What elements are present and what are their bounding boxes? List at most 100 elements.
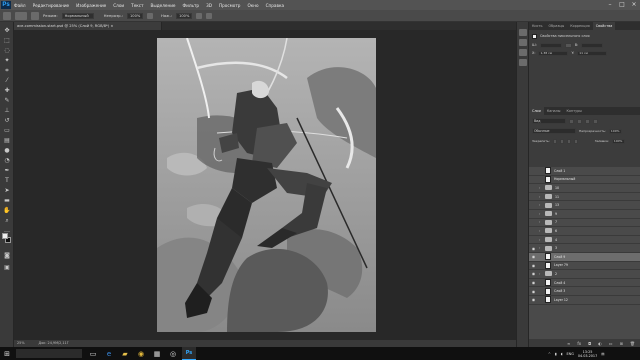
lock-transparency-icon[interactable] bbox=[552, 138, 557, 144]
zoom-tool-icon[interactable]: ⌕ bbox=[2, 216, 12, 225]
language-indicator[interactable]: ENG bbox=[567, 352, 574, 356]
lock-all-icon[interactable] bbox=[573, 138, 578, 144]
menu-3d[interactable]: 3D bbox=[206, 3, 212, 8]
visibility-eye-icon[interactable] bbox=[531, 194, 536, 199]
menu-view[interactable]: Просмотр bbox=[219, 3, 241, 8]
info-panel-icon[interactable] bbox=[519, 39, 527, 46]
layer-row[interactable]: › 9 bbox=[529, 210, 640, 219]
visibility-eye-icon[interactable] bbox=[531, 185, 536, 190]
link-icon[interactable] bbox=[564, 42, 572, 48]
move-tool-icon[interactable]: ✥ bbox=[2, 26, 12, 35]
layer-mask-icon[interactable]: ◘ bbox=[588, 341, 591, 346]
lock-pixels-icon[interactable] bbox=[559, 138, 564, 144]
brush-preset-icon[interactable] bbox=[15, 11, 27, 20]
hand-tool-icon[interactable]: ✋ bbox=[2, 206, 12, 215]
new-layer-icon[interactable]: ⊞ bbox=[620, 341, 623, 346]
expand-chevron-icon[interactable]: › bbox=[539, 220, 542, 224]
path-selection-tool-icon[interactable]: ➤ bbox=[2, 186, 12, 195]
document-tab[interactable]: ace-commission-start.psd @ 25% (Слой 9, … bbox=[14, 22, 162, 30]
photoshop-taskbar-icon[interactable]: Ps bbox=[182, 347, 196, 360]
eyedropper-tool-icon[interactable]: ⁄ bbox=[2, 76, 12, 85]
fill-field[interactable]: 100% bbox=[611, 138, 625, 144]
quick-mask-icon[interactable]: ◙ bbox=[2, 251, 12, 260]
brush-panel-icon[interactable] bbox=[31, 11, 39, 20]
filter-pixel-icon[interactable] bbox=[569, 118, 574, 124]
airbrush-icon[interactable] bbox=[196, 12, 203, 19]
visibility-eye-icon[interactable]: ◉ bbox=[531, 246, 536, 251]
menu-text[interactable]: Текст bbox=[131, 3, 143, 8]
expand-chevron-icon[interactable]: › bbox=[539, 186, 542, 190]
expand-chevron-icon[interactable]: › bbox=[539, 203, 542, 207]
tab-channels[interactable]: Каналы bbox=[544, 107, 564, 115]
visibility-eye-icon[interactable]: ◉ bbox=[531, 254, 536, 259]
opacity-field[interactable]: 100% bbox=[127, 12, 143, 19]
flow-field[interactable]: 100% bbox=[176, 12, 193, 19]
taskbar-search[interactable] bbox=[16, 349, 82, 358]
filter-adjust-icon[interactable] bbox=[577, 118, 582, 124]
lasso-tool-icon[interactable]: ◌ bbox=[2, 46, 12, 55]
visibility-eye-icon[interactable]: ◉ bbox=[531, 263, 536, 268]
layer-row[interactable]: › 10 bbox=[529, 184, 640, 193]
menu-filter[interactable]: Фильтр bbox=[183, 3, 200, 8]
menu-image[interactable]: Изображение bbox=[76, 3, 106, 8]
visibility-eye-icon[interactable] bbox=[531, 168, 536, 173]
steam-icon[interactable]: ◎ bbox=[166, 347, 180, 360]
menu-file[interactable]: Файл bbox=[14, 3, 26, 8]
layer-row[interactable]: Нормальный bbox=[529, 175, 640, 185]
filter-shape-icon[interactable] bbox=[593, 118, 598, 124]
minimize-icon[interactable]: – bbox=[604, 0, 616, 10]
layer-style-icon[interactable]: fx bbox=[577, 341, 581, 346]
y-field[interactable]: 11 см bbox=[577, 50, 608, 56]
layer-row[interactable]: › 7 bbox=[529, 219, 640, 228]
layer-opacity-field[interactable]: 100% bbox=[608, 128, 622, 134]
visibility-eye-icon[interactable] bbox=[531, 211, 536, 216]
layer-row[interactable]: ◉ Слой 3 bbox=[529, 287, 640, 296]
x-field[interactable]: 1,38 см bbox=[538, 50, 569, 56]
visibility-eye-icon[interactable] bbox=[531, 203, 536, 208]
layer-row[interactable]: ◉ Слой 4 bbox=[529, 279, 640, 288]
file-explorer-icon[interactable]: ▰ bbox=[118, 347, 132, 360]
shape-tool-icon[interactable]: ▬ bbox=[2, 196, 12, 205]
width-field[interactable] bbox=[539, 42, 562, 48]
adjustment-layer-icon[interactable]: ◐ bbox=[598, 341, 602, 346]
lock-position-icon[interactable] bbox=[566, 138, 571, 144]
foreground-color-swatch[interactable] bbox=[2, 233, 8, 239]
expand-chevron-icon[interactable]: › bbox=[539, 272, 542, 276]
visibility-eye-icon[interactable]: ◉ bbox=[531, 289, 536, 294]
layer-row[interactable]: ◉ Слой 9 bbox=[529, 252, 640, 262]
blur-tool-icon[interactable]: ● bbox=[2, 146, 12, 155]
menu-help[interactable]: Справка bbox=[266, 3, 284, 8]
maximize-icon[interactable]: □ bbox=[616, 0, 628, 10]
expand-chevron-icon[interactable]: › bbox=[539, 246, 542, 250]
store-icon[interactable]: ▦ bbox=[150, 347, 164, 360]
gradient-tool-icon[interactable]: ▤ bbox=[2, 136, 12, 145]
tab-layers[interactable]: Слои bbox=[529, 107, 544, 115]
character-panel-icon[interactable] bbox=[519, 49, 527, 56]
notifications-icon[interactable]: ▤ bbox=[601, 352, 604, 356]
layer-filter-select[interactable]: Вид bbox=[532, 118, 566, 124]
height-field[interactable] bbox=[581, 42, 604, 48]
crop-tool-icon[interactable]: ⌗ bbox=[2, 66, 12, 75]
visibility-eye-icon[interactable] bbox=[531, 177, 536, 182]
dodge-tool-icon[interactable]: ◔ bbox=[2, 156, 12, 165]
healing-brush-tool-icon[interactable]: ✚ bbox=[2, 86, 12, 95]
paragraph-panel-icon[interactable] bbox=[519, 59, 527, 66]
pressure-size-icon[interactable] bbox=[206, 12, 213, 19]
close-icon[interactable]: × bbox=[628, 0, 640, 10]
windows-start-icon[interactable]: ⊞ bbox=[0, 347, 14, 360]
pressure-opacity-icon[interactable] bbox=[147, 12, 153, 19]
menu-select[interactable]: Выделение bbox=[151, 3, 176, 8]
history-brush-tool-icon[interactable]: ↺ bbox=[2, 116, 12, 125]
clone-stamp-tool-icon[interactable]: ⊥ bbox=[2, 106, 12, 115]
layer-row[interactable]: › 13 bbox=[529, 201, 640, 210]
layer-row[interactable]: ◉ › 3 bbox=[529, 244, 640, 253]
layer-row[interactable]: ◉ Layer 79 bbox=[529, 261, 640, 271]
brush-tool-icon[interactable]: ✎ bbox=[2, 96, 12, 105]
edge-browser-icon[interactable]: e bbox=[102, 347, 116, 360]
filter-type-icon[interactable] bbox=[585, 118, 590, 124]
color-swatches[interactable] bbox=[0, 232, 14, 246]
tray-arrow-icon[interactable]: ^ bbox=[548, 352, 551, 356]
tab-paths[interactable]: Контуры bbox=[563, 107, 585, 115]
zoom-level[interactable]: 25% bbox=[17, 340, 25, 347]
blend-mode-select[interactable]: Обычные bbox=[532, 128, 576, 134]
